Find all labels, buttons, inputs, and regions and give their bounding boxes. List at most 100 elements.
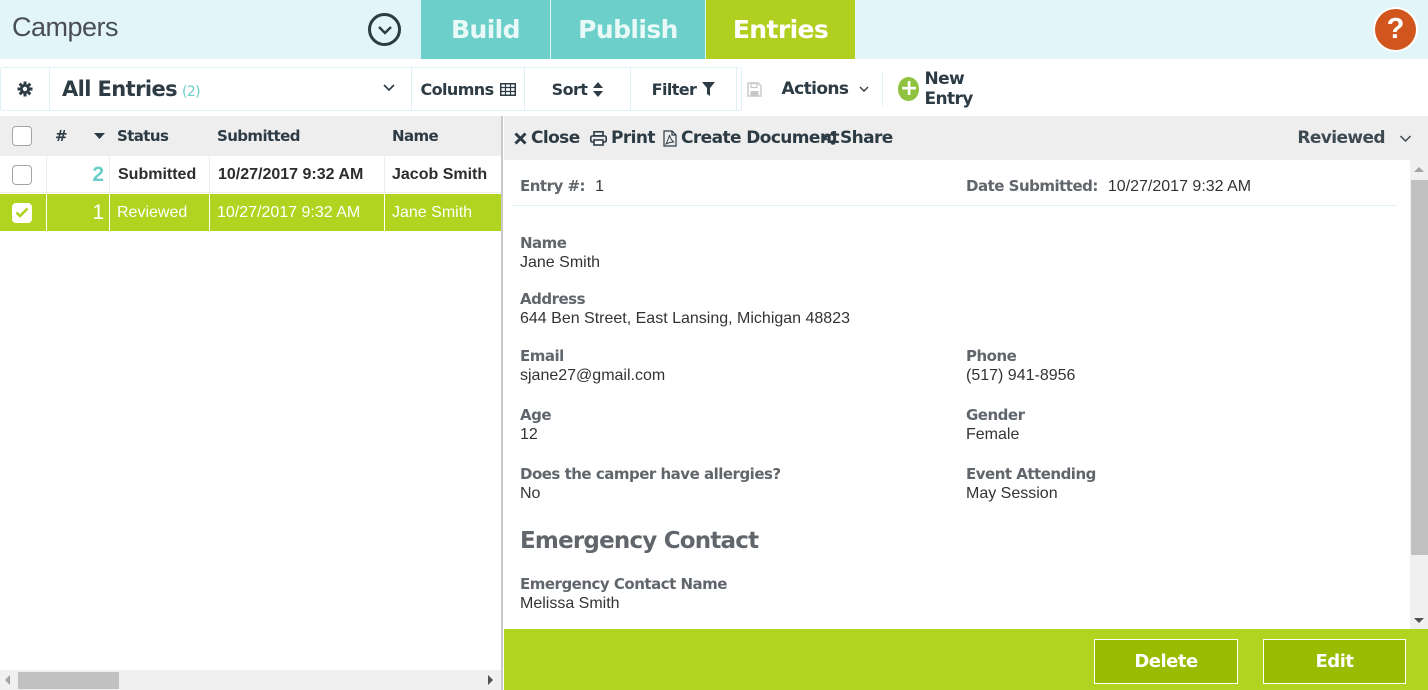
share-button[interactable]: Share xyxy=(821,116,893,160)
vertical-scrollbar[interactable] xyxy=(1410,160,1428,629)
table-row-selected[interactable]: 1 Reviewed 10/27/2017 9:32 AM Jane Smith xyxy=(0,194,501,231)
view-selector[interactable]: All Entries (2) xyxy=(50,67,410,111)
print-button[interactable]: Print xyxy=(590,116,656,160)
column-header-submitted[interactable]: Submitted xyxy=(217,116,300,156)
scroll-up-arrow-icon[interactable] xyxy=(1414,167,1424,172)
field-gender: Gender Female xyxy=(966,406,1025,444)
scrollbar-thumb[interactable] xyxy=(18,672,119,689)
sort-button[interactable]: Sort xyxy=(525,67,630,111)
entry-number: 2 xyxy=(92,162,104,186)
chevron-down-icon xyxy=(377,25,392,35)
help-icon: ? xyxy=(1375,9,1416,50)
field-label: Event Attending xyxy=(966,465,1096,483)
new-entry-label: New Entry xyxy=(924,69,973,109)
floppy-disk-icon xyxy=(746,81,762,97)
divider xyxy=(882,72,883,106)
field-value: May Session xyxy=(966,485,1058,502)
create-document-button[interactable]: Create Document xyxy=(663,116,839,160)
field-name: Name Jane Smith xyxy=(520,234,600,272)
close-button[interactable]: Close xyxy=(514,116,580,160)
scroll-down-arrow-icon[interactable] xyxy=(1414,618,1424,623)
field-value: (517) 941-8956 xyxy=(966,367,1076,384)
entry-submitted: 10/27/2017 9:32 AM xyxy=(218,165,364,183)
sort-desc-icon[interactable] xyxy=(94,116,105,156)
create-document-label: Create Document xyxy=(681,128,839,148)
entry-submitted: 10/27/2017 9:32 AM xyxy=(217,203,361,221)
field-value: sjane27@gmail.com xyxy=(520,367,666,384)
field-event-attending: Event Attending May Session xyxy=(966,465,1096,503)
field-value: No xyxy=(520,485,541,502)
divider xyxy=(209,156,210,193)
field-value: Melissa Smith xyxy=(520,595,620,612)
gear-icon xyxy=(17,81,32,97)
tab-publish[interactable]: Publish xyxy=(551,0,705,59)
filter-label: Filter xyxy=(651,79,697,99)
filter-button[interactable]: Filter xyxy=(631,67,736,111)
field-label: Emergency Contact Name xyxy=(520,575,727,593)
scrollbar-thumb[interactable] xyxy=(1411,180,1428,555)
divider xyxy=(209,194,210,231)
print-label: Print xyxy=(611,128,656,148)
table-header: # Status Submitted Name xyxy=(0,116,501,156)
entry-number-label: Entry #: xyxy=(520,177,586,195)
field-value: Female xyxy=(966,426,1020,443)
tab-build[interactable]: Build xyxy=(421,0,550,59)
help-button[interactable]: ? xyxy=(1373,7,1418,52)
date-submitted-value: 10/27/2017 9:32 AM xyxy=(1107,178,1252,195)
entry-status: Reviewed xyxy=(117,203,188,221)
plus-circle-icon: + xyxy=(898,76,920,101)
tab-entries[interactable]: Entries xyxy=(706,0,855,59)
field-age: Age 12 xyxy=(520,406,552,444)
scroll-left-arrow-icon[interactable] xyxy=(5,675,10,685)
entry-name: Jacob Smith xyxy=(392,165,488,183)
chevron-down-icon xyxy=(383,84,395,92)
close-label: Close xyxy=(531,128,580,148)
section-title-emergency-contact: Emergency Contact xyxy=(520,528,759,554)
field-value: Jane Smith xyxy=(520,254,601,271)
entry-number-line: Entry #: 1 xyxy=(520,177,604,196)
field-allergies: Does the camper have allergies? No xyxy=(520,465,781,503)
view-settings-button[interactable] xyxy=(0,67,49,111)
columns-label: Columns xyxy=(420,79,495,99)
status-dropdown[interactable]: Reviewed xyxy=(1297,116,1412,160)
edit-button[interactable]: Edit xyxy=(1263,639,1406,684)
field-value: 12 xyxy=(520,426,538,443)
field-email: Email sjane27@gmail.com xyxy=(520,347,665,385)
divider xyxy=(109,156,110,193)
row-checkbox[interactable] xyxy=(12,156,32,193)
column-header-number[interactable]: # xyxy=(55,116,68,156)
field-address: Address 644 Ben Street, East Lansing, Mi… xyxy=(520,290,850,328)
delete-button[interactable]: Delete xyxy=(1094,639,1238,684)
checkmark-icon xyxy=(15,207,29,218)
column-header-name[interactable]: Name xyxy=(392,116,439,156)
scroll-right-arrow-icon[interactable] xyxy=(488,675,493,685)
field-label: Email xyxy=(520,347,564,365)
view-label: All Entries xyxy=(62,77,178,101)
status-value: Reviewed xyxy=(1297,128,1385,148)
sort-icon xyxy=(593,81,604,97)
field-label: Gender xyxy=(966,406,1025,424)
table-icon xyxy=(499,82,516,96)
sort-label: Sort xyxy=(551,79,588,99)
table-row[interactable]: 2 Submitted 10/27/2017 9:32 AM Jacob Smi… xyxy=(0,156,501,193)
field-label: Address xyxy=(520,290,586,308)
entries-table: # Status Submitted Name 2 Submitted 10/2… xyxy=(0,116,503,690)
columns-button[interactable]: Columns xyxy=(412,67,524,111)
select-all-checkbox[interactable] xyxy=(12,116,32,156)
chevron-down-icon xyxy=(859,86,869,92)
row-checkbox-checked[interactable] xyxy=(12,194,32,231)
column-header-status[interactable]: Status xyxy=(117,116,169,156)
save-view-button[interactable] xyxy=(737,67,771,111)
divider xyxy=(512,205,1397,206)
pdf-file-icon xyxy=(663,129,677,147)
chevron-down-icon xyxy=(1399,134,1412,142)
actions-menu-button[interactable]: Actions xyxy=(776,67,876,111)
new-entry-button[interactable]: + New Entry xyxy=(898,67,1008,111)
horizontal-scrollbar[interactable] xyxy=(0,670,501,690)
entry-detail-panel: Entry #: 1 Date Submitted: 10/27/2017 9:… xyxy=(504,160,1410,629)
print-icon xyxy=(590,130,607,146)
filter-icon xyxy=(702,82,716,96)
entry-number: 1 xyxy=(92,200,104,224)
field-label: Name xyxy=(520,234,567,252)
form-menu-button[interactable] xyxy=(368,13,401,46)
